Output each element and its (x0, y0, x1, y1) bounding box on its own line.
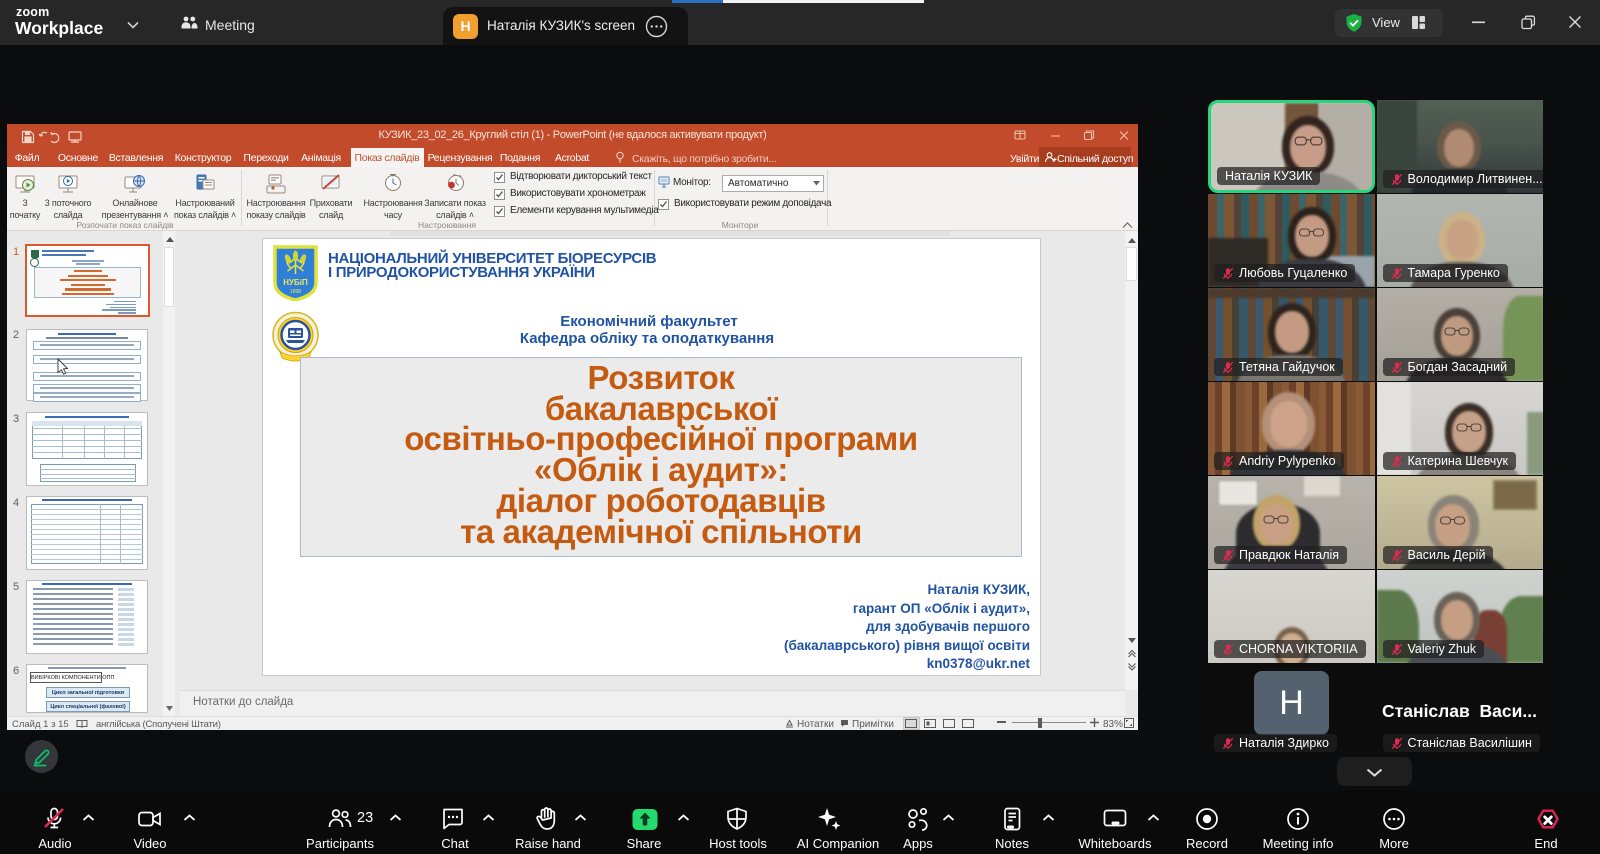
svg-text:НУБіП: НУБіП (283, 278, 308, 287)
svg-text:1898: 1898 (290, 289, 301, 295)
